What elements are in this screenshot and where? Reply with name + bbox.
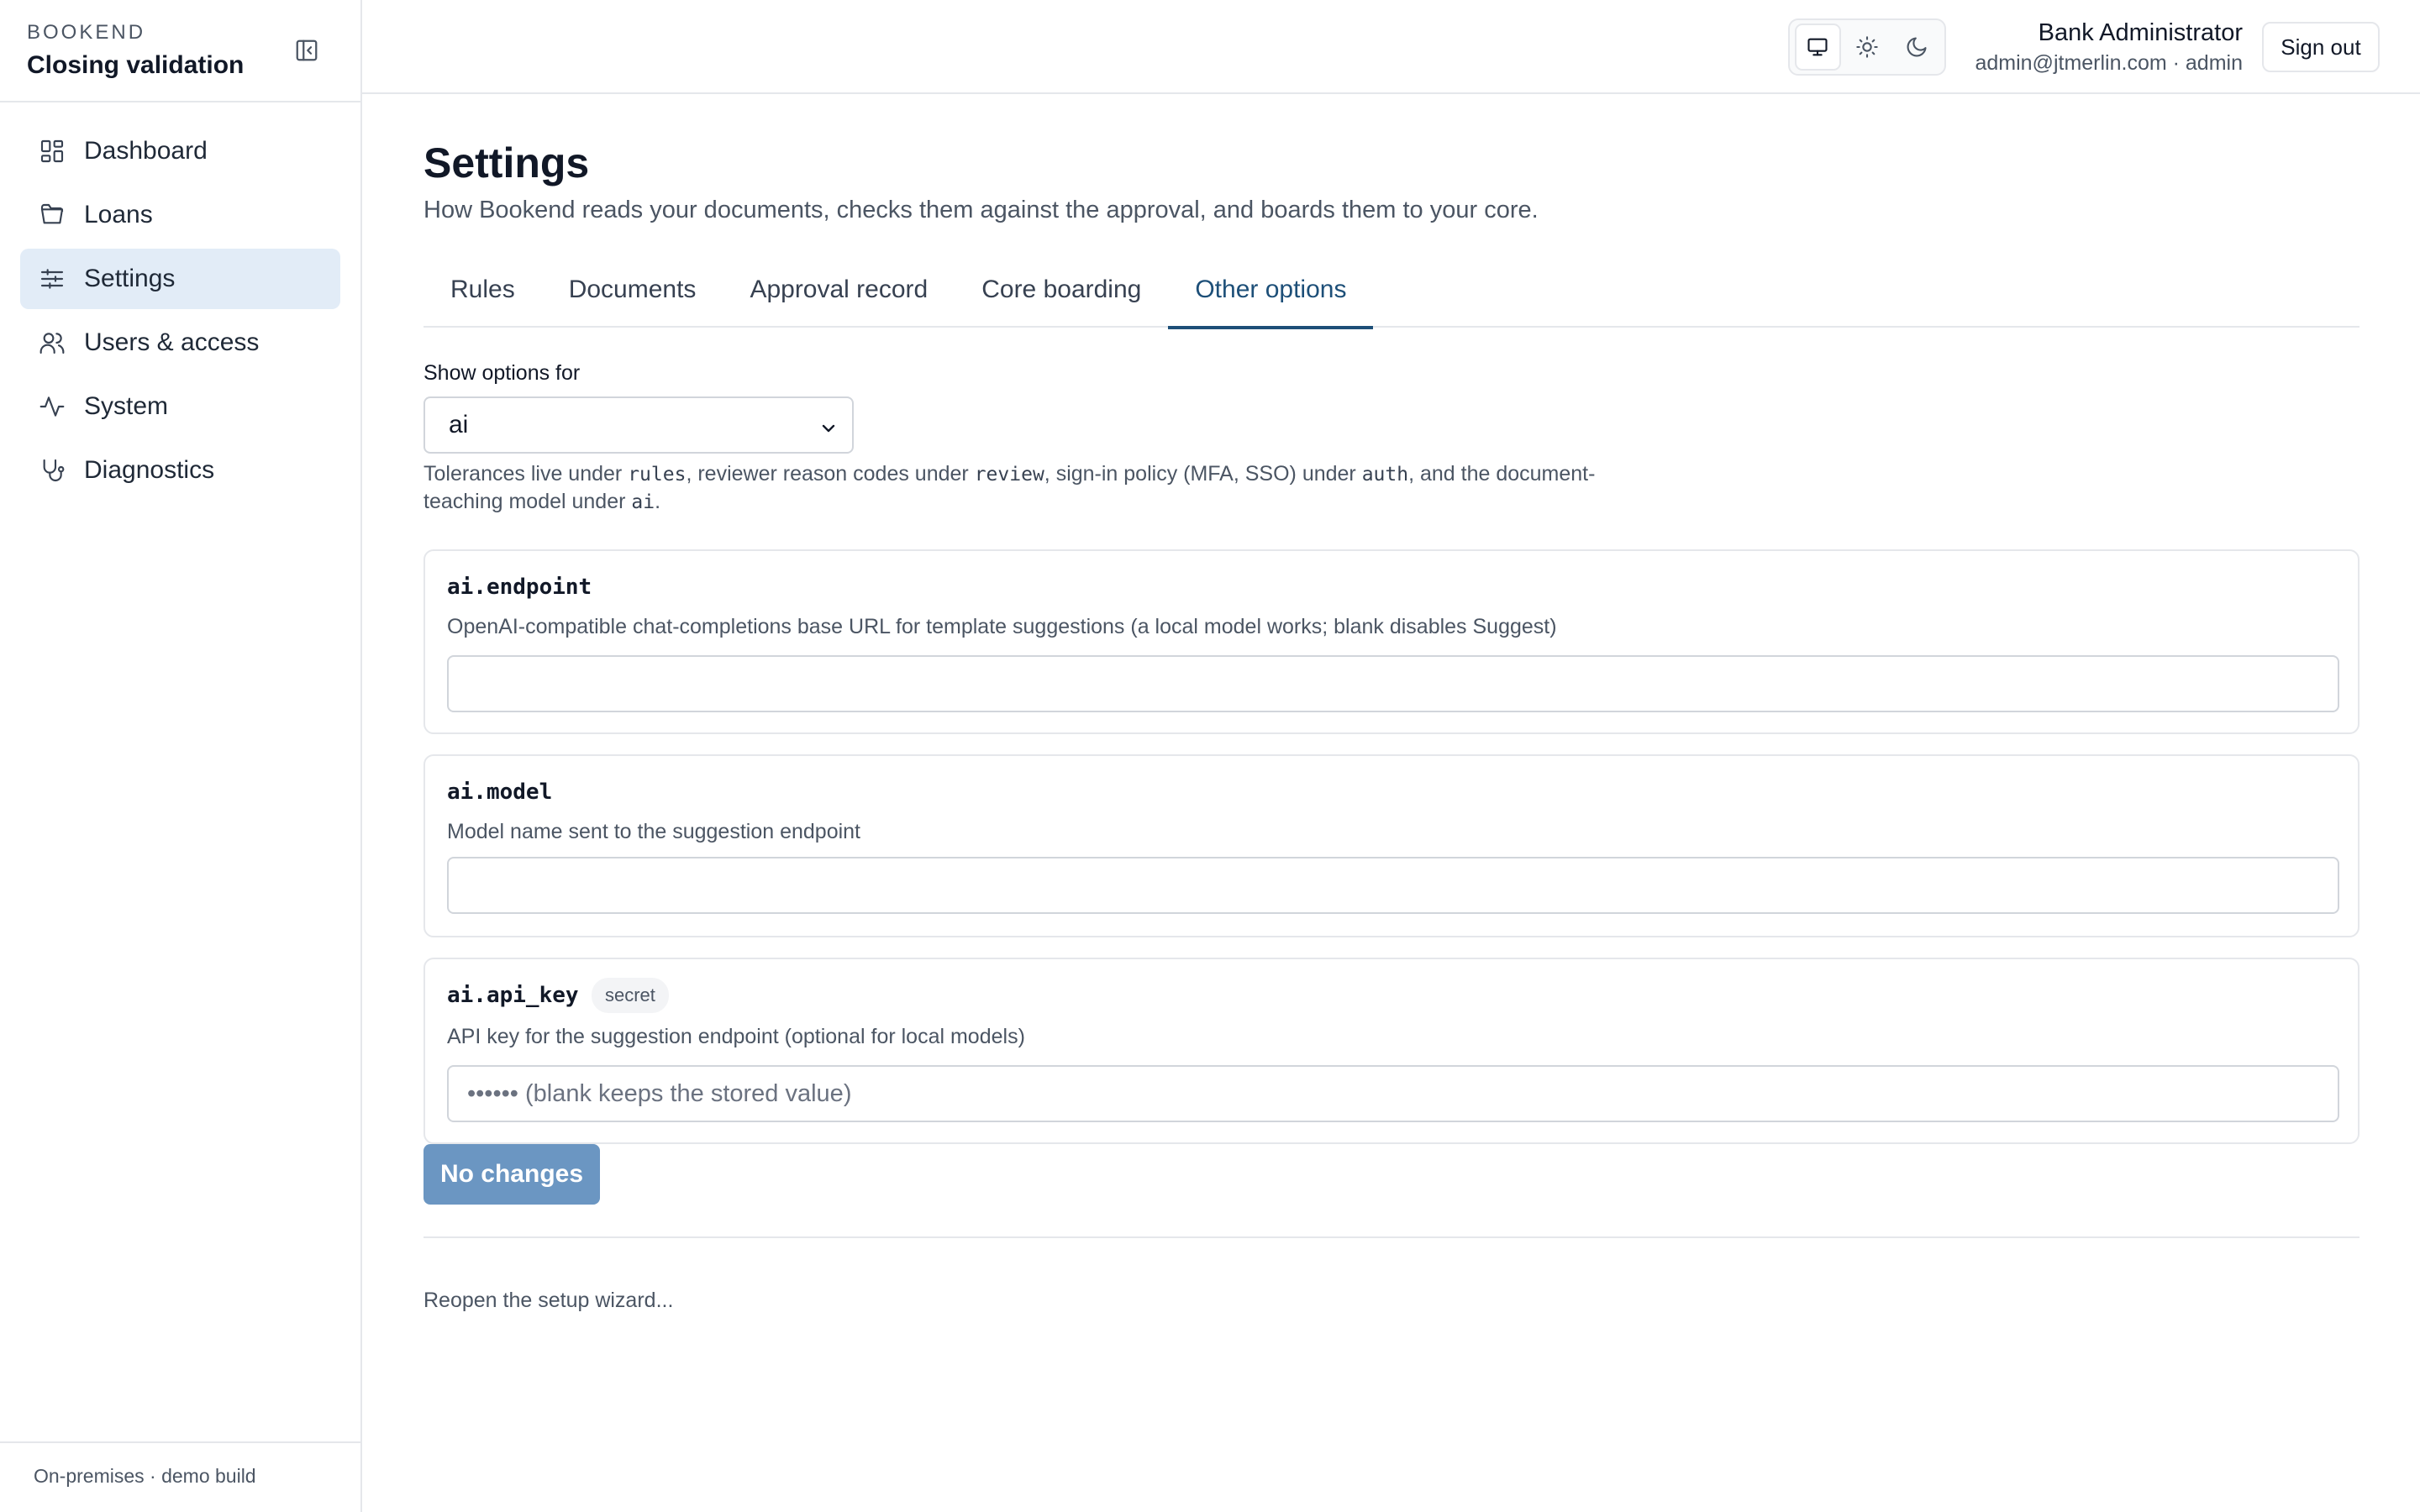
select-value: ai <box>449 411 469 438</box>
setting-card-ai-model: ai.model Model name sent to the suggesti… <box>424 754 2360 937</box>
sidebar-item-settings[interactable]: Settings <box>20 249 340 309</box>
sidebar-nav: Dashboard Loans Settings Users & access … <box>0 102 360 501</box>
page-subtitle: How Bookend reads your documents, checks… <box>424 197 1539 223</box>
top-header: Bank Administrator admin@jtmerlin.com · … <box>362 0 2420 94</box>
user-name: Bank Administrator <box>2038 19 2243 46</box>
setting-description: API key for the suggestion endpoint (opt… <box>447 1025 1025 1048</box>
sidebar-item-diagnostics[interactable]: Diagnostics <box>20 440 340 501</box>
secret-badge: secret <box>592 978 669 1013</box>
sign-out-button[interactable]: Sign out <box>2262 22 2380 72</box>
sidebar-item-label: Dashboard <box>84 137 208 165</box>
setting-key: ai.model <box>447 780 553 805</box>
stethoscope-icon <box>39 457 66 484</box>
sun-icon[interactable] <box>1844 24 1891 71</box>
sidebar-footer: On-premises · demo build <box>0 1441 360 1512</box>
code-auth: auth <box>1361 464 1409 486</box>
app-root: BOOKEND Closing validation Dashboard Loa… <box>0 0 2420 1512</box>
sidebar-item-dashboard[interactable]: Dashboard <box>20 121 340 181</box>
tab-documents[interactable]: Documents <box>542 252 723 328</box>
sliders-icon <box>39 265 66 292</box>
user-email-role: admin@jtmerlin.com · admin <box>1975 51 2243 75</box>
code-review: review <box>974 464 1044 486</box>
sidebar: BOOKEND Closing validation Dashboard Loa… <box>0 0 362 1512</box>
save-button[interactable]: No changes <box>424 1144 600 1205</box>
sidebar-item-label: Loans <box>84 201 153 228</box>
brand: BOOKEND Closing validation <box>0 0 360 102</box>
users-icon <box>39 329 66 356</box>
sidebar-item-label: Settings <box>84 265 176 292</box>
grid-icon <box>39 138 66 165</box>
tab-core-boarding[interactable]: Core boarding <box>955 252 1168 328</box>
user-info: Bank Administrator admin@jtmerlin.com · … <box>1975 17 2243 76</box>
setting-description: Model name sent to the suggestion endpoi… <box>447 820 861 843</box>
chevron-down-icon <box>818 417 839 445</box>
options-hint: Tolerances live under rules, reviewer re… <box>424 462 1596 513</box>
sidebar-item-system[interactable]: System <box>20 376 340 437</box>
section-divider <box>424 1236 2360 1238</box>
sidebar-item-label: Users & access <box>84 328 260 356</box>
setting-card-ai-endpoint: ai.endpoint OpenAI-compatible chat-compl… <box>424 549 2360 734</box>
options-select-label: Show options for <box>424 361 581 385</box>
sidebar-item-loans[interactable]: Loans <box>20 185 340 245</box>
ai-api-key-input[interactable] <box>447 1065 2339 1122</box>
sidebar-item-users-access[interactable]: Users & access <box>20 312 340 373</box>
monitor-icon[interactable] <box>1795 24 1841 71</box>
settings-tabs: Rules Documents Approval record Core boa… <box>424 252 2360 329</box>
setting-card-ai-api-key: ai.api_key secret API key for the sugges… <box>424 958 2360 1144</box>
ai-endpoint-input[interactable] <box>447 655 2339 712</box>
folder-icon <box>39 202 66 228</box>
sidebar-item-label: Diagnostics <box>84 456 215 484</box>
code-ai: ai <box>631 491 655 513</box>
setting-key: ai.endpoint <box>447 575 592 600</box>
tab-other-options[interactable]: Other options <box>1168 252 1374 329</box>
moon-icon[interactable] <box>1893 24 1939 71</box>
activity-icon <box>39 393 66 420</box>
options-namespace-select[interactable]: ai <box>424 396 854 454</box>
code-rules: rules <box>628 464 687 486</box>
tab-approval-record[interactable]: Approval record <box>723 252 955 328</box>
setting-description: OpenAI-compatible chat-completions base … <box>447 615 1557 638</box>
sidebar-item-label: System <box>84 392 169 420</box>
sidebar-collapse-icon[interactable] <box>290 34 324 67</box>
reopen-setup-wizard-link[interactable]: Reopen the setup wizard... <box>424 1287 673 1314</box>
setting-key: ai.api_key <box>447 983 579 1008</box>
ai-model-input[interactable] <box>447 857 2339 914</box>
tab-rules[interactable]: Rules <box>424 252 542 328</box>
theme-switcher <box>1788 18 1946 76</box>
page-title: Settings <box>424 139 590 186</box>
